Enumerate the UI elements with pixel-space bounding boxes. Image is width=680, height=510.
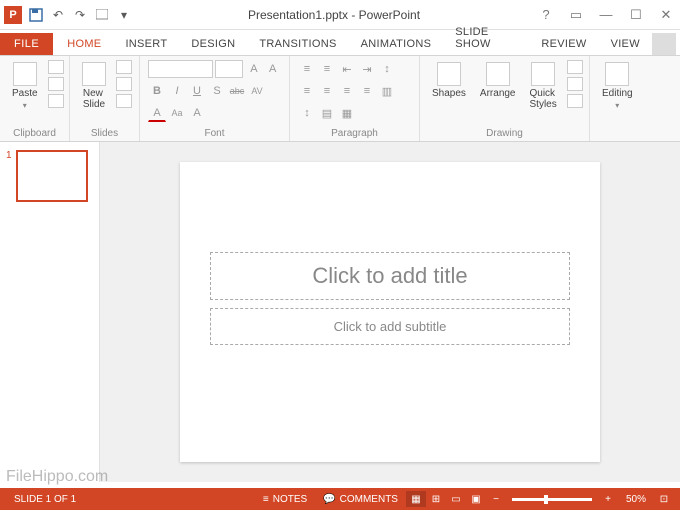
undo-icon[interactable]: ↶ <box>50 7 66 23</box>
tab-slideshow[interactable]: SLIDE SHOW <box>443 21 529 55</box>
indent-decrease-icon[interactable]: ⇤ <box>338 60 356 78</box>
shapes-icon <box>437 62 461 86</box>
arrange-icon <box>486 62 510 86</box>
bold-button[interactable]: B <box>148 82 166 100</box>
find-icon <box>605 62 629 86</box>
numbering-icon[interactable]: ≡ <box>318 60 336 78</box>
notes-button[interactable]: ≡ NOTES <box>255 494 315 505</box>
maximize-icon[interactable]: ☐ <box>626 5 646 25</box>
align-center-icon[interactable]: ≡ <box>318 82 336 100</box>
ribbon-display-icon[interactable]: ▭ <box>566 5 586 25</box>
shrink-font-icon[interactable]: A <box>264 60 281 78</box>
reset-icon[interactable] <box>116 77 132 91</box>
shape-fill-icon[interactable] <box>567 60 583 74</box>
text-direction-icon[interactable]: ↕ <box>298 104 316 122</box>
cut-icon[interactable] <box>48 60 64 74</box>
thumbnail-number: 1 <box>6 150 12 202</box>
shapes-button[interactable]: Shapes <box>428 60 470 101</box>
comments-button[interactable]: 💬 COMMENTS <box>315 494 406 505</box>
italic-button[interactable]: I <box>168 82 186 100</box>
editing-group-label <box>598 137 637 139</box>
bullets-icon[interactable]: ≡ <box>298 60 316 78</box>
layout-icon[interactable] <box>116 60 132 74</box>
char-spacing-button[interactable]: AV <box>248 82 266 100</box>
drawing-group-label: Drawing <box>428 126 581 139</box>
clear-format-icon[interactable]: A <box>188 104 206 122</box>
font-family-combo[interactable] <box>148 60 213 78</box>
quick-styles-icon <box>531 62 555 86</box>
paste-icon <box>13 62 37 86</box>
tab-transitions[interactable]: TRANSITIONS <box>247 33 348 55</box>
arrange-button[interactable]: Arrange <box>476 60 520 101</box>
account-icon[interactable] <box>652 33 676 55</box>
shadow-button[interactable]: S <box>208 82 226 100</box>
qat-dropdown-icon[interactable]: ▾ <box>116 7 132 23</box>
font-size-combo[interactable] <box>215 60 243 78</box>
change-case-button[interactable]: Aa <box>168 104 186 122</box>
font-group-label: Font <box>148 126 281 139</box>
tab-view[interactable]: VIEW <box>599 33 652 55</box>
fit-window-icon[interactable]: ⊡ <box>654 491 674 507</box>
grow-font-icon[interactable]: A <box>245 60 262 78</box>
tab-insert[interactable]: INSERT <box>113 33 179 55</box>
reading-view-icon[interactable]: ▭ <box>446 491 466 507</box>
zoom-level[interactable]: 50% <box>618 494 654 505</box>
file-tab[interactable]: FILE <box>0 33 53 55</box>
help-icon[interactable]: ? <box>536 5 556 25</box>
font-color-button[interactable]: A <box>148 104 166 122</box>
strike-button[interactable]: abc <box>228 82 246 100</box>
subtitle-placeholder[interactable]: Click to add subtitle <box>210 308 570 345</box>
zoom-slider[interactable] <box>512 498 592 501</box>
clipboard-group-label: Clipboard <box>8 126 61 139</box>
indent-increase-icon[interactable]: ⇥ <box>358 60 376 78</box>
format-painter-icon[interactable] <box>48 94 64 108</box>
app-icon: P <box>4 6 22 24</box>
tab-review[interactable]: REVIEW <box>529 33 598 55</box>
slide-count-status[interactable]: SLIDE 1 OF 1 <box>6 494 84 505</box>
section-icon[interactable] <box>116 94 132 108</box>
align-right-icon[interactable]: ≡ <box>338 82 356 100</box>
minimize-icon[interactable]: — <box>596 5 616 25</box>
smartart-icon[interactable]: ▦ <box>338 104 356 122</box>
shape-effects-icon[interactable] <box>567 94 583 108</box>
editing-button[interactable]: Editing ▾ <box>598 60 637 112</box>
start-show-icon[interactable] <box>94 7 110 23</box>
zoom-out-button[interactable]: − <box>486 491 506 507</box>
new-slide-button[interactable]: New Slide <box>78 60 110 112</box>
slide-thumbnail[interactable] <box>16 150 88 202</box>
close-icon[interactable]: ✕ <box>656 5 676 25</box>
normal-view-icon[interactable]: ▦ <box>406 491 426 507</box>
zoom-in-button[interactable]: + <box>598 491 618 507</box>
paragraph-group-label: Paragraph <box>298 126 411 139</box>
quick-styles-button[interactable]: Quick Styles <box>526 60 561 112</box>
slides-group-label: Slides <box>78 126 131 139</box>
slide-editor-area: Click to add title Click to add subtitle <box>100 142 680 482</box>
slide-thumbnail-panel: 1 <box>0 142 100 482</box>
underline-button[interactable]: U <box>188 82 206 100</box>
redo-icon[interactable]: ↷ <box>72 7 88 23</box>
justify-icon[interactable]: ≡ <box>358 82 376 100</box>
tab-home[interactable]: HOME <box>55 33 113 55</box>
align-text-icon[interactable]: ▤ <box>318 104 336 122</box>
new-slide-icon <box>82 62 106 86</box>
watermark: FileHippo.com <box>6 468 108 486</box>
copy-icon[interactable] <box>48 77 64 91</box>
tab-animations[interactable]: ANIMATIONS <box>349 33 444 55</box>
save-icon[interactable] <box>28 7 44 23</box>
paste-button[interactable]: Paste ▾ <box>8 60 42 112</box>
window-title: Presentation1.pptx - PowerPoint <box>132 8 536 22</box>
slide-canvas[interactable]: Click to add title Click to add subtitle <box>180 162 600 462</box>
columns-icon[interactable]: ▥ <box>378 82 396 100</box>
sorter-view-icon[interactable]: ⊞ <box>426 491 446 507</box>
slideshow-view-icon[interactable]: ▣ <box>466 491 486 507</box>
align-left-icon[interactable]: ≡ <box>298 82 316 100</box>
tab-design[interactable]: DESIGN <box>179 33 247 55</box>
line-spacing-icon[interactable]: ↕ <box>378 60 396 78</box>
title-placeholder[interactable]: Click to add title <box>210 252 570 300</box>
shape-outline-icon[interactable] <box>567 77 583 91</box>
